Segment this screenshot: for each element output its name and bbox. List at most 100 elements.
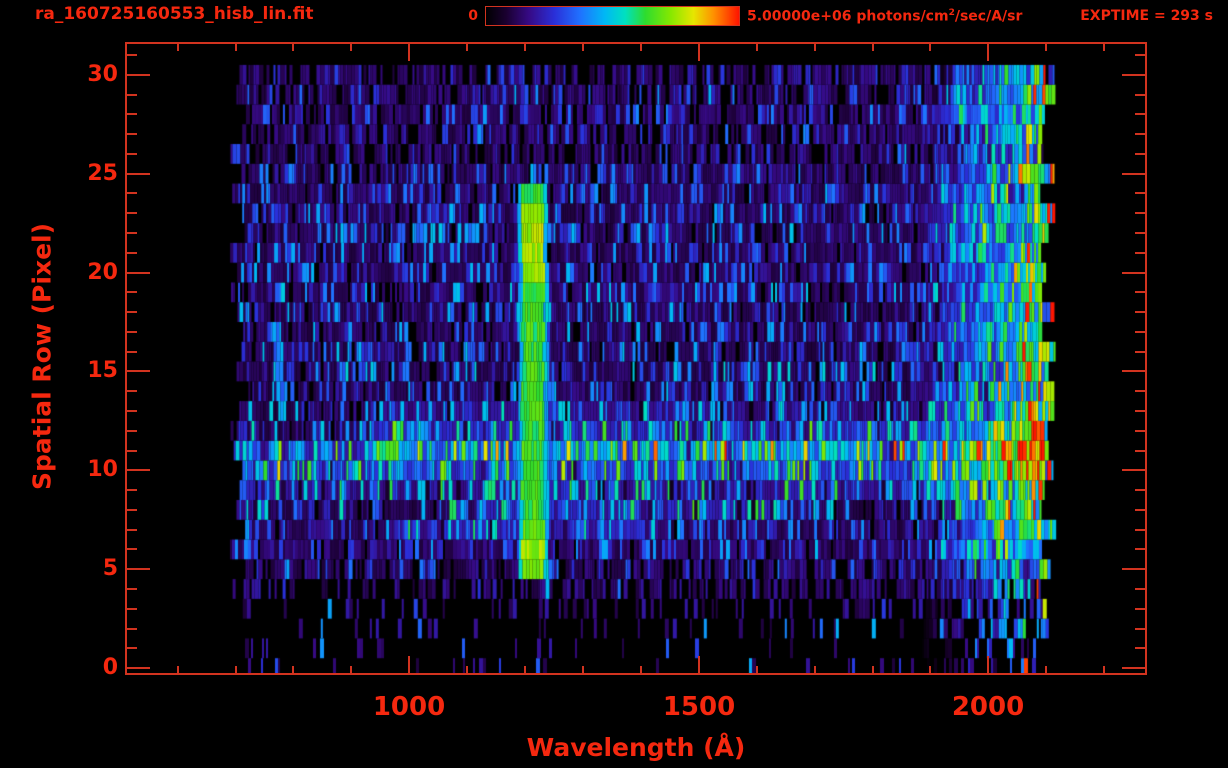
tick-mark <box>987 42 989 61</box>
tick-mark <box>1135 588 1147 590</box>
x-tick-label: 2000 <box>951 692 1025 722</box>
tick-mark <box>1122 667 1147 669</box>
tick-mark <box>350 42 352 51</box>
tick-mark <box>1103 666 1105 675</box>
y-axis-title: Spatial Row (Pixel) <box>27 222 57 491</box>
tick-mark <box>125 529 137 531</box>
y-tick-label: 0 <box>102 655 118 680</box>
tick-mark <box>1045 666 1047 675</box>
x-tick-label: 1000 <box>372 692 446 722</box>
tick-mark <box>125 351 137 353</box>
tick-mark <box>1045 42 1047 51</box>
tick-mark <box>1135 331 1147 333</box>
tick-mark <box>466 666 468 675</box>
tick-mark <box>408 656 410 675</box>
tick-mark <box>1135 212 1147 214</box>
y-tick-label: 5 <box>102 556 118 581</box>
tick-mark <box>125 272 150 274</box>
tick-mark <box>640 42 642 51</box>
colorbar-max-label-text: 5.00000e+06 photons/cm <box>747 8 949 25</box>
tick-mark <box>125 291 137 293</box>
tick-mark <box>756 42 758 51</box>
tick-mark <box>1103 42 1105 51</box>
tick-mark <box>1122 469 1147 471</box>
tick-mark <box>1135 153 1147 155</box>
x-tick-label: 1500 <box>662 692 736 722</box>
tick-mark <box>125 667 150 669</box>
tick-mark <box>1135 529 1147 531</box>
y-tick-label: 30 <box>87 62 118 87</box>
tick-mark <box>125 647 137 649</box>
tick-mark <box>814 666 816 675</box>
tick-mark <box>1135 410 1147 412</box>
tick-mark <box>235 666 237 675</box>
tick-mark <box>125 331 137 333</box>
tick-mark <box>1135 252 1147 254</box>
tick-mark <box>640 666 642 675</box>
y-tick-label: 25 <box>87 161 118 186</box>
y-tick-label: 10 <box>87 457 118 482</box>
tick-mark <box>582 42 584 51</box>
tick-mark <box>125 489 137 491</box>
tick-mark <box>1135 628 1147 630</box>
tick-mark <box>1135 351 1147 353</box>
tick-mark <box>466 42 468 51</box>
tick-mark <box>1135 647 1147 649</box>
tick-mark <box>1135 509 1147 511</box>
x-axis-title: Wavelength (Å) <box>526 733 746 762</box>
tick-mark <box>235 42 237 51</box>
tick-mark <box>1135 54 1147 56</box>
tick-mark <box>125 469 150 471</box>
tick-mark <box>1122 370 1147 372</box>
tick-mark <box>698 656 700 675</box>
tick-mark <box>125 390 137 392</box>
tick-mark <box>125 588 137 590</box>
tick-mark <box>292 42 294 51</box>
exptime-label: EXPTIME = 293 s <box>1080 8 1213 24</box>
tick-mark <box>872 666 874 675</box>
tick-mark <box>125 450 137 452</box>
tick-mark <box>177 42 179 51</box>
tick-mark <box>1135 430 1147 432</box>
tick-mark <box>125 232 137 234</box>
tick-mark <box>524 42 526 51</box>
tick-mark <box>1135 291 1147 293</box>
tick-mark <box>756 666 758 675</box>
colorbar-max-label: 5.00000e+06 photons/cm2/sec/A/sr <box>747 8 1022 25</box>
tick-mark <box>125 94 137 96</box>
tick-mark <box>1122 173 1147 175</box>
tick-mark <box>125 628 137 630</box>
file-title: ra_160725160553_hisb_lin.fit <box>35 4 314 24</box>
tick-mark <box>582 666 584 675</box>
tick-mark <box>1135 133 1147 135</box>
tick-mark <box>929 666 931 675</box>
tick-mark <box>125 74 150 76</box>
tick-mark <box>987 656 989 675</box>
tick-mark <box>929 42 931 51</box>
plot-frame <box>125 42 1147 675</box>
tick-mark <box>1135 548 1147 550</box>
tick-mark <box>125 509 137 511</box>
tick-mark <box>1135 450 1147 452</box>
tick-mark <box>125 410 137 412</box>
tick-mark <box>125 212 137 214</box>
tick-mark <box>1135 608 1147 610</box>
tick-mark <box>125 133 137 135</box>
tick-mark <box>1135 192 1147 194</box>
y-tick-label: 20 <box>87 260 118 285</box>
colorbar <box>485 6 740 26</box>
tick-mark <box>1135 489 1147 491</box>
tick-mark <box>125 370 150 372</box>
tick-mark <box>1122 272 1147 274</box>
tick-mark <box>1135 232 1147 234</box>
tick-mark <box>1135 311 1147 313</box>
tick-mark <box>125 153 137 155</box>
tick-mark <box>1122 74 1147 76</box>
tick-mark <box>125 430 137 432</box>
tick-mark <box>1135 390 1147 392</box>
tick-mark <box>125 311 137 313</box>
tick-mark <box>698 42 700 61</box>
colorbar-max-label-units: /sec/A/sr <box>954 8 1023 25</box>
tick-mark <box>177 666 179 675</box>
tick-mark <box>125 548 137 550</box>
